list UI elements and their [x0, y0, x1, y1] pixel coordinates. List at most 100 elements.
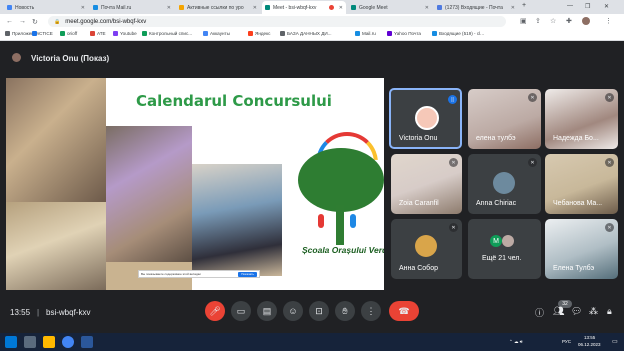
address-bar[interactable]: 🔒 meet.google.com/bsi-wbqf-kxv	[48, 16, 506, 27]
participant-tile[interactable]: ✕ елена тулбэ	[468, 89, 541, 149]
restore-icon[interactable]: ❐	[585, 3, 590, 10]
captions-icon: ▤	[262, 305, 272, 316]
folder-icon[interactable]	[43, 336, 55, 348]
students-photo	[6, 78, 106, 202]
bookmark-item[interactable]: Аккаунты	[203, 31, 230, 36]
more-participants-tile[interactable]: М Ещё 21 чел.	[468, 219, 541, 279]
more-options-button[interactable]: ⋮	[361, 301, 381, 321]
mic-off-icon: ✕	[605, 223, 614, 232]
tab-label: Почта Mail.ru	[101, 4, 132, 11]
minimize-icon[interactable]: —	[567, 3, 573, 9]
camera-toggle-button[interactable]: ▭	[231, 301, 251, 321]
close-icon[interactable]: ✕	[425, 5, 429, 11]
participant-tile[interactable]: ✕ Zoia Caranfil	[391, 154, 462, 214]
back-icon[interactable]: ←	[6, 18, 13, 25]
tray-icons[interactable]: ⌃ ☁ 🔊︎	[509, 339, 523, 345]
host-controls-icon[interactable]: 🔒︎	[607, 306, 612, 317]
bookmark-item[interactable]: orioff	[60, 31, 77, 36]
close-icon[interactable]: ✕	[511, 5, 515, 11]
bookmark-item[interactable]: Youtube	[113, 31, 137, 36]
url-text: meet.google.com/bsi-wbqf-kxv	[65, 18, 147, 25]
recording-dot-icon	[329, 5, 334, 10]
present-icon: ⊡	[315, 305, 323, 316]
participant-name: Чебанова Ма...	[553, 200, 603, 207]
participant-tile[interactable]: ✕ Чебанова Ма...	[545, 154, 618, 214]
tab-favicon-icon	[437, 5, 442, 10]
close-icon[interactable]: ✕	[81, 5, 85, 11]
bookmark-item[interactable]: CTICE	[32, 31, 53, 36]
raise-hand-button[interactable]: ✋︎	[335, 301, 355, 321]
clock-date[interactable]: 06.12.2023	[578, 342, 601, 347]
captions-button[interactable]: ▤	[257, 301, 277, 321]
tab-mail[interactable]: Почта Mail.ru ✕	[90, 1, 174, 14]
participant-tile[interactable]: || Victoria Onu	[389, 88, 462, 149]
mic-off-icon: ✕	[528, 158, 537, 167]
window-close-icon[interactable]: ✕	[604, 3, 609, 10]
mic-off-icon: ✕	[449, 158, 458, 167]
tab-meet-active[interactable]: Meet - bsi-wbqf-kxv ✕	[262, 1, 346, 14]
bookmark-item[interactable]: Входящие (519) - cl...	[432, 31, 484, 36]
participant-tile[interactable]: ✕ Надежда Бо...	[545, 89, 618, 149]
new-tab-button[interactable]: +	[522, 2, 526, 9]
participant-tile[interactable]: ✕ Anna Chiriac	[468, 154, 541, 214]
participant-tile[interactable]: ✕ Елена Тулбэ	[545, 219, 618, 279]
participant-name: Анна Собор	[399, 265, 438, 272]
bookmark-item[interactable]: ATE	[90, 31, 106, 36]
bookmark-label: CTICE	[39, 31, 53, 36]
notifications-icon[interactable]: ▭	[612, 338, 618, 345]
bookmark-label: БАЗА ДАННЫХ ДИ...	[287, 31, 332, 36]
bookmark-label: Yahoo Почта	[394, 31, 421, 36]
leave-call-button[interactable]: ☎︎	[389, 301, 419, 321]
menu-icon[interactable]: ⋮	[605, 17, 612, 25]
forward-icon[interactable]: →	[19, 18, 26, 25]
clock-time[interactable]: 13:55	[584, 335, 595, 340]
chrome-icon[interactable]	[62, 336, 74, 348]
yandex-icon	[248, 31, 253, 36]
meeting-code: bsi-wbqf-kxv	[46, 308, 91, 317]
mic-off-icon: ✕	[605, 158, 614, 167]
students-photo	[106, 126, 192, 262]
extensions-icon[interactable]: ✚	[566, 17, 572, 25]
close-icon[interactable]: ✕	[253, 5, 257, 11]
tab-inbox[interactable]: (1273) Входящие - Почта ✕	[434, 1, 518, 14]
info-icon[interactable]: ⓘ	[535, 306, 544, 319]
bookmark-item[interactable]: Yahoo Почта	[387, 31, 421, 36]
emoji-button[interactable]: ☺	[283, 301, 303, 321]
tab-news[interactable]: Новость ✕	[4, 1, 88, 14]
close-icon[interactable]: ✕	[339, 5, 343, 11]
tab-google-meet[interactable]: Google Meet ✕	[348, 1, 432, 14]
participant-avatar	[493, 172, 515, 194]
participant-avatar	[415, 106, 439, 130]
google-icon	[203, 31, 208, 36]
language-indicator[interactable]: РУС	[562, 339, 571, 344]
present-button[interactable]: ⊡	[309, 301, 329, 321]
students-photo	[192, 164, 282, 276]
bookmark-star-icon[interactable]: ☆	[550, 17, 556, 25]
profile-avatar[interactable]	[582, 17, 590, 25]
school-name: Școala Orașului Verde	[302, 245, 384, 255]
activities-icon[interactable]: ⁂	[589, 306, 598, 317]
word-icon[interactable]	[81, 336, 93, 348]
reload-icon[interactable]: ↻	[32, 18, 38, 26]
share-tab-button[interactable]: Показать	[238, 272, 257, 277]
bookmark-item[interactable]: Яндекс	[248, 31, 270, 36]
chat-icon[interactable]: 💬︎	[571, 306, 582, 317]
share-icon[interactable]: ⇪	[535, 17, 541, 25]
bookmark-item[interactable]: Контрольный спис...	[142, 31, 192, 36]
apps-icon	[5, 31, 10, 36]
participant-name: Victoria Onu	[399, 135, 438, 142]
meet-favicon-icon	[351, 5, 356, 10]
mic-toggle-button[interactable]: 🎤︎	[205, 301, 225, 321]
camera-indicator-icon[interactable]: ▣	[520, 17, 527, 25]
bookmark-item[interactable]: БАЗА ДАННЫХ ДИ...	[280, 31, 332, 36]
bookmark-item[interactable]: Mail.ru	[355, 31, 376, 36]
file-explorer-icon[interactable]	[24, 336, 36, 348]
people-icon[interactable]: 👥︎	[553, 306, 564, 317]
start-icon[interactable]	[5, 336, 17, 348]
participant-tile[interactable]: ✕ Анна Собор	[391, 219, 462, 279]
participant-name: Надежда Бо...	[553, 135, 599, 142]
bookmark-label: Входящие (519) - cl...	[439, 31, 485, 36]
tab-links[interactable]: Активные ссылки по уро ✕	[176, 1, 260, 14]
close-icon[interactable]: ✕	[167, 5, 171, 11]
bookmark-icon	[90, 31, 95, 36]
